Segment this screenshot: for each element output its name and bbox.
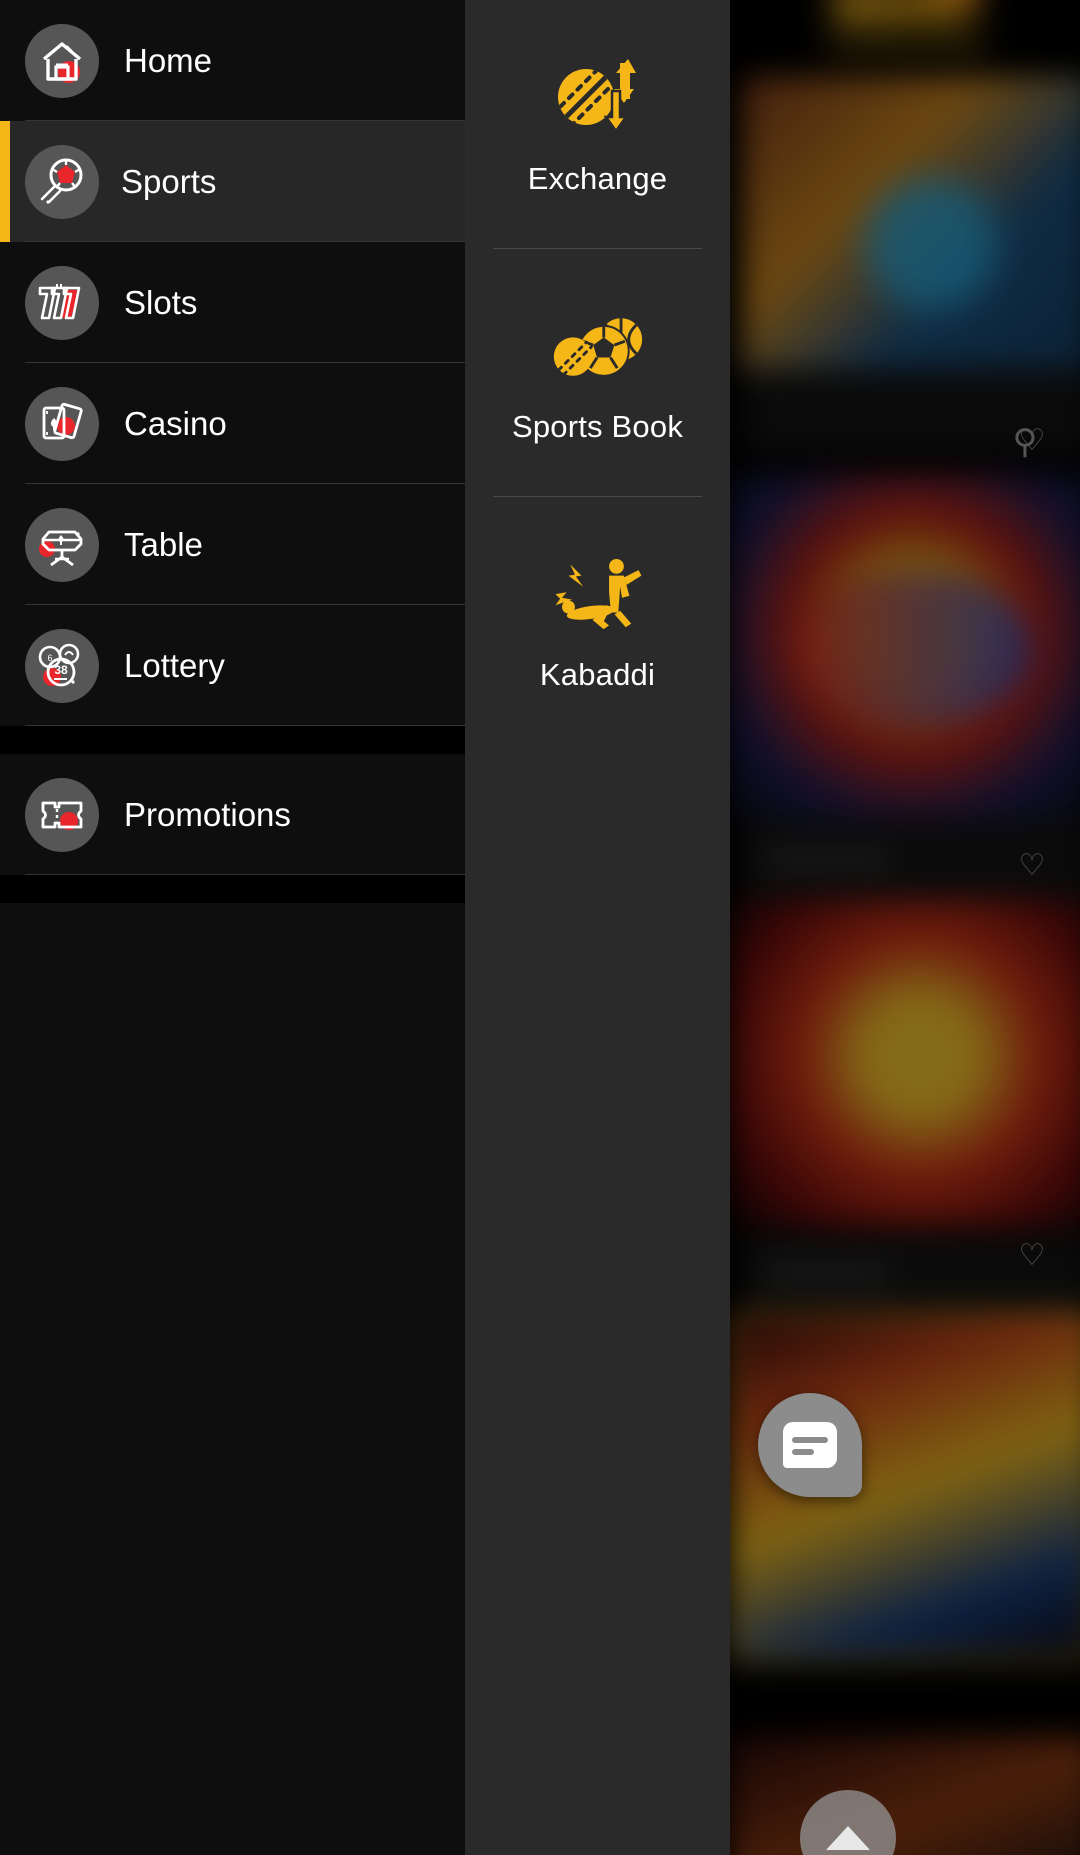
sidebar-item-sports[interactable]: Sports xyxy=(0,121,465,242)
sidebar-item-home[interactable]: Home xyxy=(0,0,465,121)
sidebar-item-label: Home xyxy=(124,41,213,79)
sidebar-item-lottery[interactable]: 6 38 Lottery xyxy=(0,605,465,726)
sidebar-item-casino[interactable]: Casino xyxy=(0,363,465,484)
sidebar-item-label: Table xyxy=(124,525,203,563)
sidebar-section-separator xyxy=(0,726,465,754)
kabaddi-icon xyxy=(550,547,646,643)
submenu-label: Kabaddi xyxy=(539,657,656,692)
navigation-drawer: Home Sports Slots Casino Table 6 38 Lott… xyxy=(0,0,465,1855)
sidebar-item-label: Lottery xyxy=(124,646,225,684)
app-root: ⚲ ♡ ♡ ♡ Exchange Sports Book Kabaddi Hom… xyxy=(0,0,1080,1855)
slot-777-icon xyxy=(25,265,99,340)
submenu-item-kabaddi[interactable]: Kabaddi xyxy=(465,496,730,744)
submenu-label: Exchange xyxy=(527,161,668,196)
chevron-up-icon xyxy=(826,1826,870,1850)
sports-submenu-panel: Exchange Sports Book Kabaddi xyxy=(465,0,730,1855)
ticket-icon xyxy=(25,777,99,852)
sidebar-item-label: Sports xyxy=(121,162,217,200)
poker-table-icon xyxy=(25,507,99,582)
sidebar-item-label: Slots xyxy=(124,283,198,321)
drawer-scrim[interactable] xyxy=(730,0,1080,1855)
submenu-item-sports-book[interactable]: Sports Book xyxy=(465,248,730,496)
sidebar-item-promotions[interactable]: Promotions xyxy=(0,754,465,875)
sports-balls-icon xyxy=(550,299,646,395)
football-icon xyxy=(25,144,99,219)
sidebar-item-slots[interactable]: Slots xyxy=(0,242,465,363)
chat-bubble-button[interactable] xyxy=(758,1393,862,1497)
sidebar-item-label: Casino xyxy=(124,404,227,442)
home-icon xyxy=(25,23,99,98)
cricket-exchange-icon xyxy=(550,51,646,147)
sidebar-item-table[interactable]: Table xyxy=(0,484,465,605)
submenu-item-exchange[interactable]: Exchange xyxy=(465,0,730,248)
lottery-balls-icon: 6 38 xyxy=(25,628,99,703)
cards-icon xyxy=(25,386,99,461)
sidebar-bottom-separator xyxy=(0,875,465,903)
submenu-label: Sports Book xyxy=(511,409,684,444)
sidebar-item-label: Promotions xyxy=(124,795,291,833)
background-content: ⚲ ♡ ♡ ♡ xyxy=(730,0,1080,1855)
lottery-ball-number: 38 xyxy=(54,663,68,677)
chat-bubble-icon xyxy=(783,1422,837,1468)
